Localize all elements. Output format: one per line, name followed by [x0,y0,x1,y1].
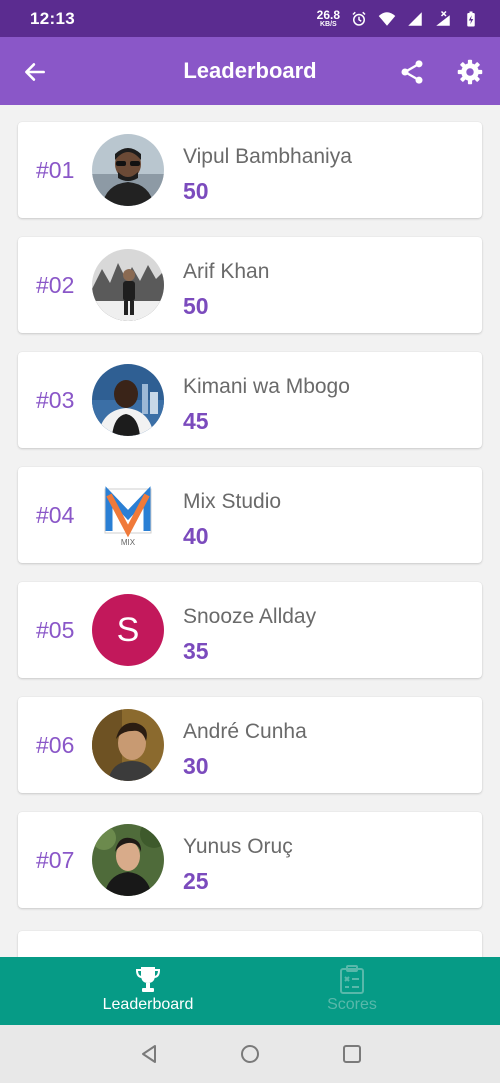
scoreboard-icon [340,965,364,994]
wifi-icon [378,11,396,26]
player-name: Snooze Allday [183,605,317,628]
rank-label: #01 [36,157,75,183]
status-bar: 12:13 26.8 KB/S [0,0,500,37]
player-score: 35 [183,638,209,664]
signal-icon [408,11,422,26]
player-score: 40 [183,523,209,549]
rank-label: #07 [36,847,75,873]
mix-studio-logo: MIX [92,479,164,551]
system-nav-bar [0,1025,500,1083]
share-icon[interactable] [398,58,426,86]
rank-label: #05 [36,617,75,643]
leaderboard-row[interactable]: #06 André Cunha 30 [18,697,482,793]
leaderboard-row[interactable]: #04 MIX Mix Studio 40 [18,467,482,563]
player-name: Yunus Oruç [183,835,293,858]
player-score: 25 [183,868,209,894]
player-name: Arif Khan [183,260,270,283]
system-recents-icon[interactable] [341,1043,363,1065]
rank-label: #06 [36,732,75,758]
player-score: 50 [183,178,209,204]
leaderboard-row[interactable]: #02 Arif Khan 50 [18,237,482,333]
rank-label: #03 [36,387,75,413]
leaderboard-list[interactable]: #01 Vipul Bambhaniya 50 #02 Arif Khan 50… [0,105,500,957]
battery-icon [467,11,475,26]
network-speed-unit: KB/S [319,21,337,28]
status-icons: 26.8 KB/S [317,9,480,28]
avatar [92,249,164,321]
leaderboard-row[interactable]: #05 S Snooze Allday 35 [18,582,482,678]
network-speed-value: 26.8 [316,8,340,22]
player-name: Mix Studio [183,490,282,513]
rank-label: #02 [36,272,75,298]
signal-no-data-icon [436,10,450,26]
leaderboard-row[interactable]: #01 Vipul Bambhaniya 50 [18,122,482,218]
avatar-initial: S [116,611,140,649]
trophy-icon [135,967,161,992]
system-back-icon[interactable] [138,1043,160,1065]
leaderboard-row-partial [18,931,482,957]
avatar [92,824,164,896]
nav-label: Scores [327,996,377,1013]
status-time: 12:13 [30,8,75,28]
leaderboard-row[interactable]: #07 Yunus Oruç 25 [18,812,482,908]
player-name: Vipul Bambhaniya [183,145,352,168]
avatar [92,364,164,436]
mix-logo-text: MIX [121,538,136,547]
gear-icon[interactable] [456,58,484,86]
avatar-letter: S [92,594,164,666]
bottom-nav: Leaderboard Scores [0,957,500,1025]
player-score: 45 [183,408,209,434]
avatar [92,709,164,781]
system-home-icon[interactable] [239,1043,261,1065]
leaderboard-row[interactable]: #03 Kimani wa Mbogo 45 [18,352,482,448]
player-name: Kimani wa Mbogo [183,375,350,398]
alarm-icon [352,11,366,26]
nav-scores[interactable]: Scores [227,957,477,1025]
rank-label: #04 [36,502,75,528]
player-score: 50 [183,293,209,319]
avatar [92,134,164,206]
player-name: André Cunha [183,720,307,743]
app-bar: Leaderboard [0,37,500,105]
back-button[interactable] [22,59,48,85]
network-speed: 26.8 KB/S [317,9,340,28]
player-score: 30 [183,753,209,779]
